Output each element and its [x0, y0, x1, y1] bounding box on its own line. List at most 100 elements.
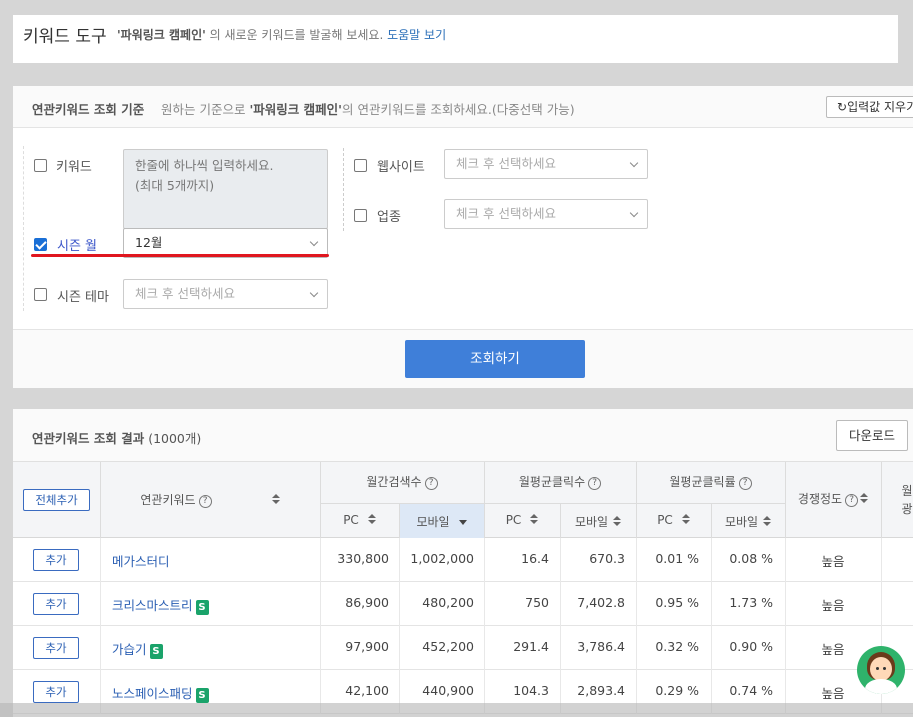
clicks-pc-cell: 291.4 [513, 639, 549, 654]
keyword-tool-header: 키워드 도구 '파워링크 캠페인' 의 새로운 키워드를 발굴해 보세요. 도움… [13, 15, 898, 63]
col-divider [711, 503, 712, 538]
website-checkbox[interactable] [354, 159, 367, 172]
sort-icon[interactable] [367, 514, 376, 525]
competition-cell: 높음 [821, 598, 845, 613]
sort-icon[interactable] [530, 514, 539, 525]
keyword-column-header[interactable]: 연관키워드? [100, 491, 320, 508]
sort-desc-icon[interactable] [458, 520, 467, 525]
cell-divider [320, 626, 321, 670]
website-label: 웹사이트 [377, 160, 425, 175]
col-divider [484, 462, 485, 538]
ctr-mobile-cell: 1.73 % [729, 595, 773, 610]
keyword-link[interactable]: 크리스마스트리 S [112, 595, 209, 615]
cell-divider [636, 538, 637, 582]
keyword-link[interactable]: 노스페이스패딩 S [112, 683, 209, 703]
search-pc-cell: 330,800 [337, 551, 389, 566]
keyword-link[interactable]: 가습기 S [112, 639, 163, 659]
left-divider [23, 146, 24, 311]
chevron-down-icon [629, 158, 639, 168]
help-icon[interactable]: ? [845, 494, 859, 507]
competition-header[interactable]: 경쟁정도? [785, 490, 881, 507]
sort-icon[interactable] [763, 516, 772, 527]
criteria-panel: 연관키워드 조회 기준 원하는 기준으로 '파워링크 캠페인'의 연관키워드를 … [13, 86, 913, 388]
help-icon[interactable]: ? [198, 495, 212, 508]
help-icon[interactable]: ? [738, 477, 752, 490]
cell-divider [785, 582, 786, 626]
industry-select[interactable]: 체크 후 선택하세요 [444, 199, 648, 229]
refresh-icon: ↻ [837, 100, 848, 114]
cell-divider [100, 582, 101, 626]
ctr-mobile-cell: 0.90 % [729, 639, 773, 654]
table-row: 추가 가습기 S 97,900 452,200 291.4 3,786.4 0.32 % 0.9… [13, 626, 913, 670]
cell-divider [399, 538, 400, 582]
season-month-label: 시즌 월 [57, 239, 98, 254]
season-theme-checkbox[interactable] [34, 288, 47, 301]
help-link[interactable]: 도움말 보기 [387, 28, 446, 42]
industry-checkbox[interactable] [354, 209, 367, 222]
help-icon[interactable]: ? [588, 477, 602, 490]
monthly-clicks-header: 월평균클릭수? [484, 473, 636, 490]
cell-divider [711, 538, 712, 582]
search-button[interactable]: 조회하기 [405, 340, 585, 378]
download-button[interactable]: 다운로드 [836, 420, 908, 451]
sort-icon[interactable] [681, 514, 690, 525]
cell-divider [560, 582, 561, 626]
cell-divider [484, 538, 485, 582]
clicks-pc-header[interactable]: PC [484, 513, 560, 527]
bottom-overlay [0, 703, 913, 717]
chevron-down-icon [309, 288, 319, 298]
cell-divider [560, 626, 561, 670]
website-select[interactable]: 체크 후 선택하세요 [444, 149, 648, 179]
ctr-pc-cell: 0.29 % [655, 683, 699, 698]
column-divider [343, 148, 344, 231]
clicks-mobile-header[interactable]: 모바일 [560, 513, 636, 530]
seasonal-badge: S [195, 688, 209, 703]
season-theme-select[interactable]: 체크 후 선택하세요 [123, 279, 328, 309]
cell-divider [785, 626, 786, 670]
sort-icon[interactable] [860, 493, 869, 504]
search-pc-cell: 97,900 [345, 639, 389, 654]
col-divider [100, 462, 101, 538]
highlight-underline [31, 254, 329, 257]
criteria-header: 연관키워드 조회 기준 원하는 기준으로 '파워링크 캠페인'의 연관키워드를 … [13, 86, 913, 128]
seasonal-badge: S [195, 600, 209, 615]
keyword-checkbox[interactable] [34, 159, 47, 172]
search-mobile-header[interactable]: 모바일 [399, 513, 484, 530]
cell-divider [560, 538, 561, 582]
keyword-link[interactable]: 메가스터디 [112, 551, 170, 570]
season-month-checkbox[interactable] [34, 238, 47, 251]
add-keyword-button[interactable]: 추가 [33, 593, 79, 615]
add-keyword-button[interactable]: 추가 [33, 549, 79, 571]
next-column-header-partial: 월 [901, 484, 913, 498]
sort-icon[interactable] [271, 494, 280, 505]
ctr-pc-header[interactable]: PC [636, 513, 711, 527]
add-keyword-button[interactable]: 추가 [33, 637, 79, 659]
ctr-mobile-header[interactable]: 모바일 [711, 513, 785, 530]
avatar-eye [883, 667, 886, 670]
clicks-mobile-cell: 7,402.8 [577, 595, 625, 610]
chatbot-avatar-icon[interactable] [857, 646, 905, 694]
cell-divider [711, 626, 712, 670]
search-pc-header[interactable]: PC [320, 513, 399, 527]
monthly-search-header: 월간검색수? [320, 473, 484, 490]
ctr-mobile-cell: 0.74 % [729, 683, 773, 698]
avatar-eye [876, 667, 879, 670]
cell-divider [399, 582, 400, 626]
help-icon[interactable]: ? [424, 477, 438, 490]
sort-icon[interactable] [613, 516, 622, 527]
clicks-mobile-cell: 670.3 [589, 551, 625, 566]
monthly-ctr-header: 월평균클릭률? [636, 473, 785, 490]
add-all-button[interactable]: 전체추가 [23, 489, 90, 511]
col-divider [320, 462, 321, 538]
seasonal-badge: S [149, 644, 163, 659]
results-header: 연관키워드 조회 결과 (1000개) 다운로드 [13, 409, 913, 462]
table-row: 추가 크리스마스트리 S 86,900 480,200 750 7,402.8 0.95 % 1… [13, 582, 913, 626]
add-keyword-button[interactable]: 추가 [33, 681, 79, 703]
cell-divider [399, 626, 400, 670]
reset-input-button[interactable]: ↻입력값 지우기 [826, 96, 913, 118]
clicks-pc-cell: 16.4 [521, 551, 549, 566]
search-mobile-cell: 480,200 [422, 595, 474, 610]
clicks-pc-cell: 104.3 [513, 683, 549, 698]
keyword-textarea[interactable]: 한줄에 하나씩 입력하세요. (최대 5개까지) [123, 149, 328, 229]
ctr-pc-cell: 0.32 % [655, 639, 699, 654]
